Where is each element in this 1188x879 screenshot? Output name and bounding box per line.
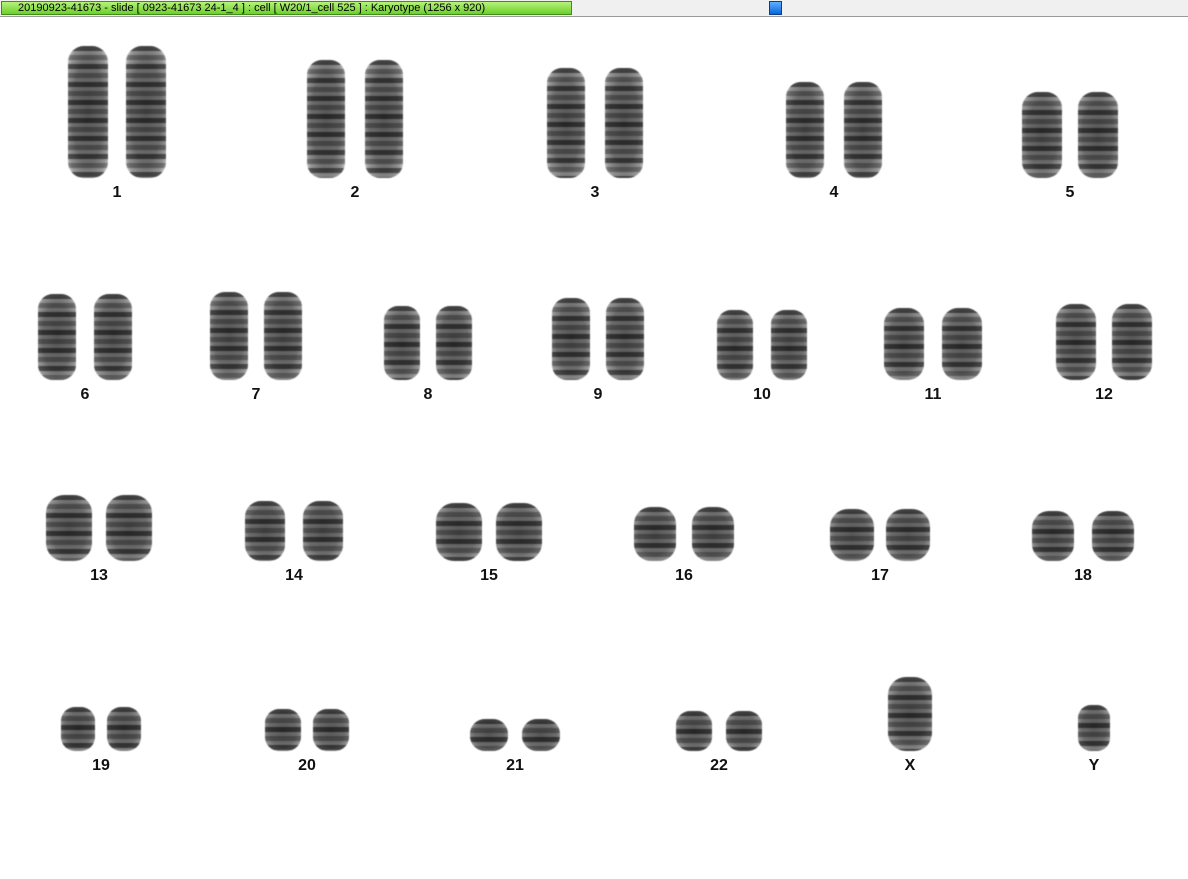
chromosome-image[interactable]	[496, 503, 542, 561]
chromosome-image[interactable]	[942, 308, 982, 380]
chromosome-image[interactable]	[46, 495, 92, 561]
chromosome-label: 8	[423, 386, 433, 403]
chromosome-pair-y[interactable]	[1078, 705, 1110, 751]
chromosome-label: 19	[92, 757, 110, 774]
chromosome-label: 5	[1065, 184, 1075, 201]
chromosome-label: X	[904, 757, 916, 774]
chromosome-pair-8[interactable]	[384, 306, 472, 380]
chromosome-label: 22	[710, 757, 728, 774]
chromosome-image[interactable]	[522, 719, 560, 751]
chromosome-label: 20	[298, 757, 316, 774]
chromosome-image[interactable]	[886, 509, 930, 561]
chromosome-pair-10[interactable]	[717, 310, 807, 380]
chromosome-image[interactable]	[365, 60, 403, 178]
chromosome-image[interactable]	[547, 68, 585, 178]
chromosome-image[interactable]	[94, 294, 132, 380]
chromosome-pair-18[interactable]	[1032, 511, 1134, 561]
title-bar: 20190923-41673 - slide [ 0923-41673 24-1…	[0, 0, 1188, 17]
chromosome-image[interactable]	[830, 509, 874, 561]
chromosome-pair-3[interactable]	[547, 68, 643, 178]
chromosome-image[interactable]	[606, 298, 644, 380]
chromosome-image[interactable]	[264, 292, 302, 380]
chromosome-image[interactable]	[245, 501, 285, 561]
chromosome-label: 16	[675, 567, 693, 584]
chromosome-image[interactable]	[470, 719, 508, 751]
chromosome-label: 3	[590, 184, 600, 201]
chromosome-label: 21	[506, 757, 524, 774]
chromosome-image[interactable]	[605, 68, 643, 178]
chromosome-image[interactable]	[68, 46, 108, 178]
chromosome-image[interactable]	[676, 711, 712, 751]
chromosome-pair-x[interactable]	[888, 677, 932, 751]
chromosome-image[interactable]	[1078, 705, 1110, 751]
chromosome-image[interactable]	[1056, 304, 1096, 380]
chromosome-label: 1	[112, 184, 122, 201]
chromosome-image[interactable]	[692, 507, 734, 561]
chromosome-image[interactable]	[717, 310, 753, 380]
chromosome-image[interactable]	[265, 709, 301, 751]
chromosome-image[interactable]	[313, 709, 349, 751]
chromosome-image[interactable]	[307, 60, 345, 178]
chromosome-image[interactable]	[384, 306, 420, 380]
chromosome-pair-15[interactable]	[436, 503, 542, 561]
chromosome-image[interactable]	[107, 707, 141, 751]
chromosome-pair-17[interactable]	[830, 509, 930, 561]
chromosome-label: 14	[285, 567, 303, 584]
chromosome-label: 15	[480, 567, 498, 584]
chromosome-pair-16[interactable]	[634, 507, 734, 561]
chromosome-pair-21[interactable]	[470, 719, 560, 751]
chromosome-label: Y	[1088, 757, 1100, 774]
chromosome-image[interactable]	[303, 501, 343, 561]
chromosome-label: 2	[350, 184, 360, 201]
chromosome-image[interactable]	[726, 711, 762, 751]
chromosome-label: 4	[829, 184, 839, 201]
chromosome-image[interactable]	[844, 82, 882, 178]
chromosome-label: 17	[871, 567, 889, 584]
chromosome-label: 11	[924, 386, 942, 403]
chromosome-image[interactable]	[210, 292, 248, 380]
chromosome-pair-1[interactable]	[68, 46, 166, 178]
window-title: 20190923-41673 - slide [ 0923-41673 24-1…	[1, 1, 572, 15]
chromosome-label: 7	[251, 386, 261, 403]
chromosome-image[interactable]	[61, 707, 95, 751]
chromosome-image[interactable]	[634, 507, 676, 561]
chromosome-image[interactable]	[436, 306, 472, 380]
chromosome-image[interactable]	[888, 677, 932, 751]
chromosome-image[interactable]	[1112, 304, 1152, 380]
chromosome-label: 13	[90, 567, 108, 584]
chromosome-image[interactable]	[1078, 92, 1118, 178]
chromosome-label: 9	[593, 386, 603, 403]
chromosome-pair-20[interactable]	[265, 709, 349, 751]
chromosome-image[interactable]	[436, 503, 482, 561]
chromosome-pair-7[interactable]	[210, 292, 302, 380]
chromosome-pair-2[interactable]	[307, 60, 403, 178]
chromosome-pair-4[interactable]	[786, 82, 882, 178]
chromosome-label: 6	[80, 386, 90, 403]
chromosome-image[interactable]	[126, 46, 166, 178]
chromosome-label: 10	[753, 386, 771, 403]
chromosome-pair-14[interactable]	[245, 501, 343, 561]
chromosome-pair-12[interactable]	[1056, 304, 1152, 380]
chromosome-image[interactable]	[771, 310, 807, 380]
chromosome-pair-19[interactable]	[61, 707, 141, 751]
chromosome-image[interactable]	[1092, 511, 1134, 561]
chromosome-image[interactable]	[884, 308, 924, 380]
chromosome-pair-9[interactable]	[552, 298, 644, 380]
scroll-handle[interactable]	[769, 1, 782, 15]
chromosome-label: 12	[1095, 386, 1113, 403]
chromosome-image[interactable]	[786, 82, 824, 178]
chromosome-image[interactable]	[1032, 511, 1074, 561]
chromosome-pair-13[interactable]	[46, 495, 152, 561]
chromosome-image[interactable]	[552, 298, 590, 380]
chromosome-pair-11[interactable]	[884, 308, 982, 380]
chromosome-image[interactable]	[1022, 92, 1062, 178]
chromosome-image[interactable]	[38, 294, 76, 380]
chromosome-label: 18	[1074, 567, 1092, 584]
chromosome-pair-5[interactable]	[1022, 92, 1118, 178]
chromosome-image[interactable]	[106, 495, 152, 561]
chromosome-pair-22[interactable]	[676, 711, 762, 751]
chromosome-pair-6[interactable]	[38, 294, 132, 380]
